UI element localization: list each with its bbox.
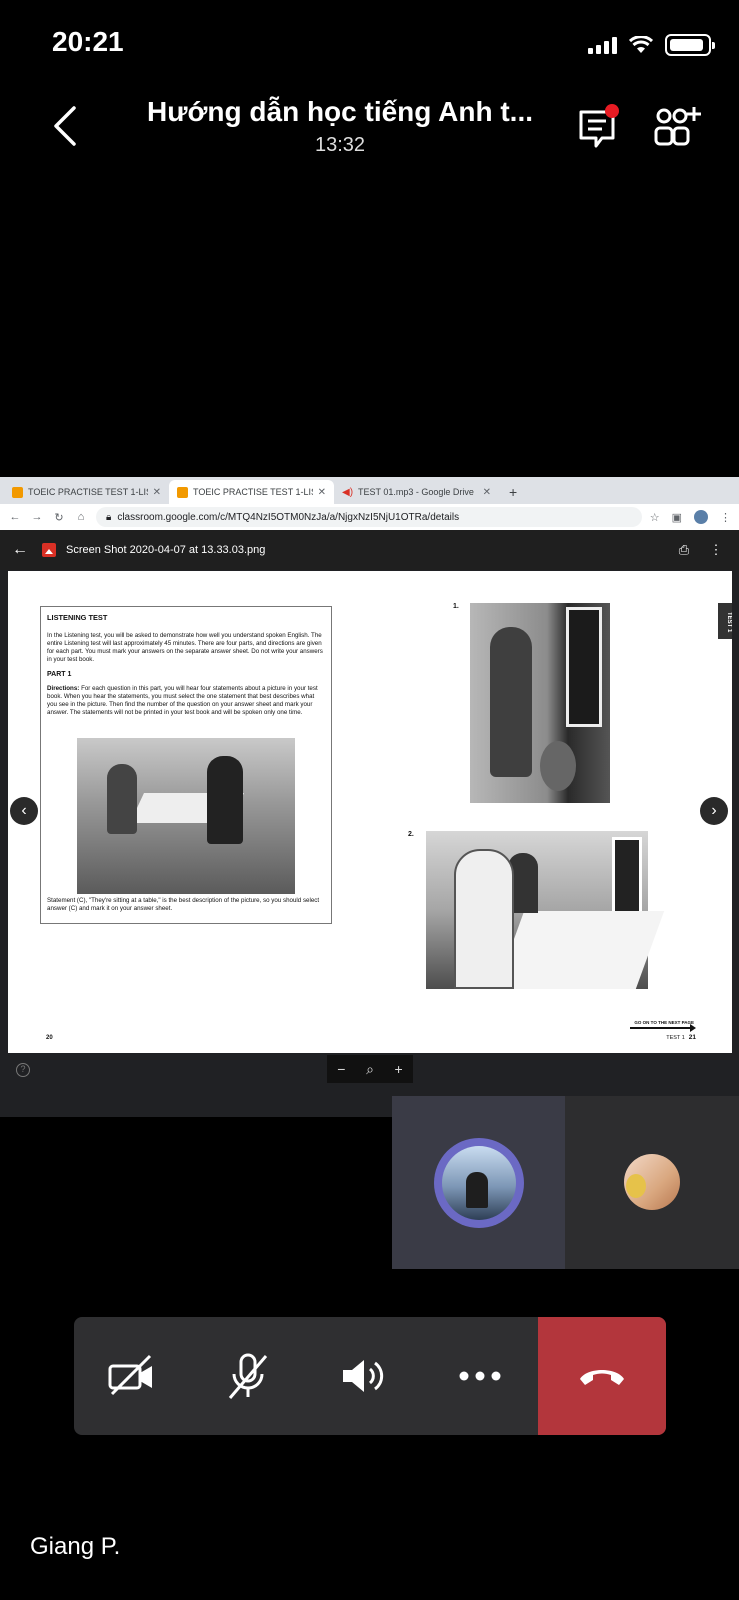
reload-icon[interactable]: ↻ bbox=[52, 511, 66, 524]
tab-label: TOEIC PRACTISE TEST 1-LISTEN bbox=[193, 487, 313, 497]
add-people-icon[interactable] bbox=[652, 104, 702, 148]
file-viewer-bar: ← Screen Shot 2020-04-07 at 13.33.03.png… bbox=[0, 530, 739, 570]
image-file-icon bbox=[42, 543, 56, 557]
caller-name: Giang P. bbox=[30, 1533, 121, 1560]
battery-icon bbox=[665, 34, 715, 56]
home-icon[interactable]: ⌂ bbox=[74, 511, 88, 523]
cellular-signal-icon bbox=[588, 36, 617, 54]
question-2-number: 2. bbox=[408, 831, 414, 838]
help-icon[interactable]: ? bbox=[16, 1063, 30, 1077]
meeting-title: Hướng dẫn học tiếng Anh t... bbox=[147, 96, 533, 127]
doc-heading: LISTENING TEST bbox=[47, 613, 108, 622]
extension-icon[interactable]: ▣ bbox=[672, 511, 682, 524]
test-document-page: LISTENING TEST In the Listening test, yo… bbox=[8, 571, 732, 1053]
file-name: Screen Shot 2020-04-07 at 13.33.03.png bbox=[66, 544, 266, 556]
zoom-controls: − ⌕ + bbox=[327, 1055, 413, 1083]
zoom-in-icon[interactable]: + bbox=[395, 1061, 403, 1077]
tab-label: TEST 01.mp3 - Google Drive bbox=[358, 487, 474, 497]
speaker-icon bbox=[343, 1360, 384, 1392]
doc-part-label: PART 1 bbox=[47, 670, 72, 678]
classroom-icon bbox=[177, 486, 188, 498]
next-page-note: GO ON TO THE NEXT PAGE bbox=[634, 1020, 694, 1025]
new-tab-button[interactable]: + bbox=[499, 484, 527, 504]
browser-tab-2[interactable]: TOEIC PRACTISE TEST 1-LISTEN ✕ bbox=[169, 480, 334, 504]
participant-tile-self[interactable] bbox=[392, 1096, 565, 1269]
page-number-right: 21 bbox=[688, 1034, 696, 1041]
address-bar[interactable]: 🔒︎ classroom.google.com/c/MTQ4NzI5OTM0Nz… bbox=[96, 507, 642, 527]
back-chevron-icon[interactable] bbox=[48, 104, 84, 148]
close-icon[interactable]: ✕ bbox=[153, 487, 161, 498]
question-1-photo bbox=[470, 603, 610, 803]
browser-tab-3[interactable]: ◀) TEST 01.mp3 - Google Drive ✕ bbox=[334, 480, 499, 504]
directions-text: For each question in this part, you will… bbox=[47, 684, 318, 717]
avatar bbox=[442, 1146, 516, 1220]
shared-screen: TOEIC PRACTISE TEST 1-LISTEN ✕ TOEIC PRA… bbox=[0, 477, 739, 1117]
print-icon[interactable]: ⎙ bbox=[673, 542, 695, 558]
audio-icon: ◀) bbox=[342, 486, 354, 498]
page-number-left: 20 bbox=[46, 1035, 53, 1041]
browser-tab-1[interactable]: TOEIC PRACTISE TEST 1-LISTEN ✕ bbox=[4, 480, 169, 504]
speaking-ring bbox=[434, 1138, 524, 1228]
forward-arrow-icon[interactable]: → bbox=[30, 511, 44, 523]
hang-up-button[interactable] bbox=[538, 1317, 666, 1435]
question-2-photo bbox=[426, 831, 665, 989]
directions-label: Directions: bbox=[47, 684, 80, 692]
unread-badge bbox=[605, 104, 619, 118]
next-page-button[interactable]: › bbox=[700, 797, 728, 825]
listening-test-box: LISTENING TEST In the Listening test, yo… bbox=[40, 606, 332, 924]
participant-tile-other[interactable] bbox=[565, 1096, 739, 1269]
status-icons bbox=[588, 34, 715, 56]
mute-button[interactable] bbox=[190, 1317, 306, 1435]
more-options-icon[interactable]: ⋮ bbox=[705, 542, 727, 558]
doc-directions: Directions: For each question in this pa… bbox=[47, 685, 325, 717]
camera-off-button[interactable] bbox=[74, 1317, 190, 1435]
doc-intro: In the Listening test, you will be asked… bbox=[47, 631, 323, 663]
mic-off-icon bbox=[228, 1353, 268, 1399]
lock-icon: 🔒︎ bbox=[106, 511, 112, 523]
zoom-out-icon[interactable]: − bbox=[337, 1061, 345, 1077]
browser-tabbar: TOEIC PRACTISE TEST 1-LISTEN ✕ TOEIC PRA… bbox=[0, 477, 739, 504]
browser-menu-icon[interactable]: ⋮ bbox=[720, 511, 731, 524]
viewer-back-icon[interactable]: ← bbox=[12, 541, 32, 559]
more-button[interactable] bbox=[422, 1317, 538, 1435]
more-dots-icon bbox=[459, 1371, 501, 1381]
close-icon[interactable]: ✕ bbox=[318, 487, 326, 498]
call-controls bbox=[74, 1317, 666, 1435]
back-arrow-icon[interactable]: ← bbox=[8, 511, 22, 523]
status-time: 20:21 bbox=[52, 26, 124, 57]
wifi-icon bbox=[629, 36, 653, 53]
doc-statement: Statement (C), "They're sitting at a tab… bbox=[47, 896, 320, 912]
example-photo bbox=[77, 738, 295, 894]
camera-off-icon bbox=[108, 1354, 152, 1396]
tab-label: TOEIC PRACTISE TEST 1-LISTEN bbox=[28, 487, 148, 497]
close-icon[interactable]: ✕ bbox=[483, 487, 491, 498]
question-1-number: 1. bbox=[453, 603, 459, 610]
zoom-icon[interactable]: ⌕ bbox=[366, 1061, 374, 1078]
classroom-icon bbox=[12, 486, 23, 498]
url-text: classroom.google.com/c/MTQ4NzI5OTM0NzJa/… bbox=[117, 511, 460, 523]
browser-toolbar: ← → ↻ ⌂ 🔒︎ classroom.google.com/c/MTQ4Nz… bbox=[0, 504, 739, 530]
meeting-duration: 13:32 bbox=[314, 134, 366, 156]
previous-page-button[interactable]: ‹ bbox=[10, 797, 38, 825]
speaker-button[interactable] bbox=[306, 1317, 422, 1435]
page-footer-right: TEST 1 21 bbox=[666, 1034, 696, 1041]
avatar bbox=[624, 1154, 680, 1210]
hang-up-phone-icon bbox=[580, 1370, 624, 1385]
footer-label: TEST 1 bbox=[666, 1035, 685, 1041]
bookmark-star-icon[interactable]: ☆ bbox=[650, 511, 660, 524]
next-page-arrow-icon bbox=[630, 1024, 696, 1032]
profile-avatar[interactable] bbox=[694, 510, 708, 524]
test-side-tab: TEST 1 bbox=[718, 603, 732, 639]
